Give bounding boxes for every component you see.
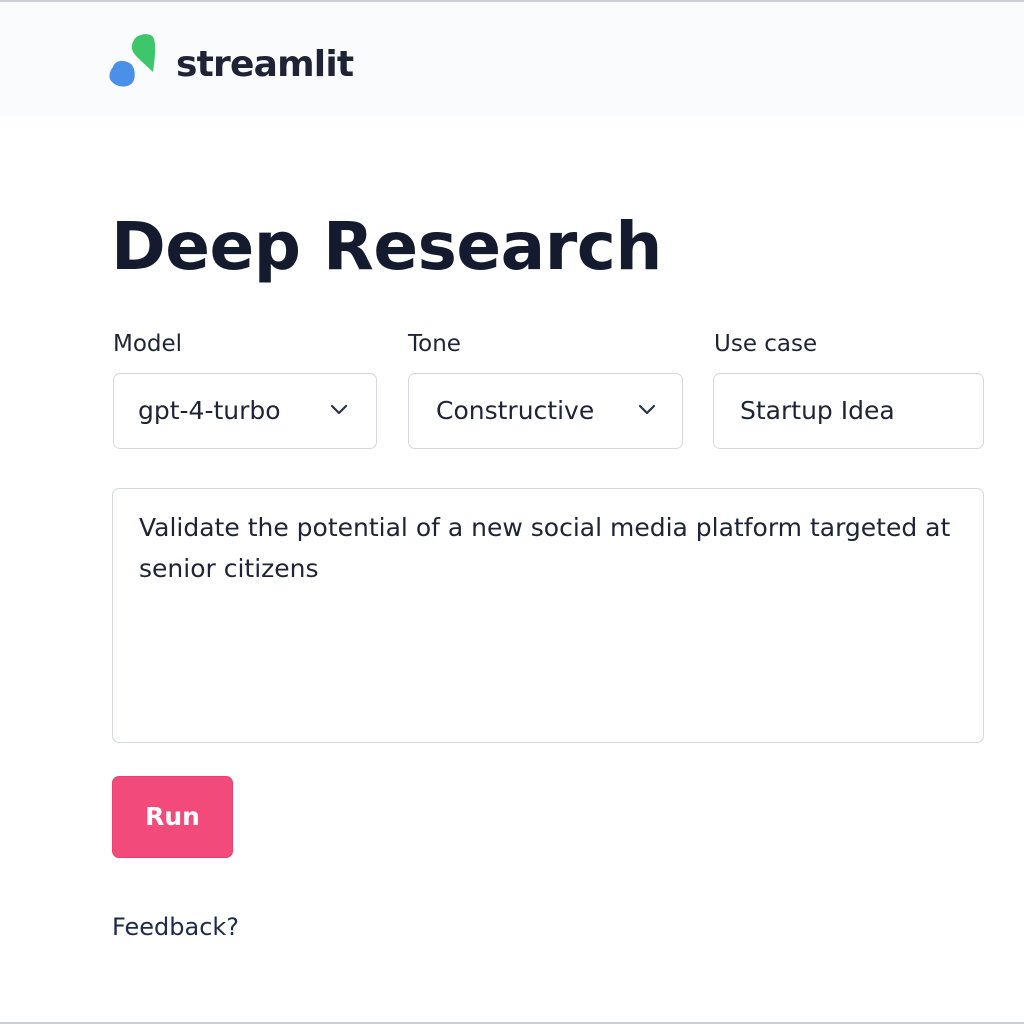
page-title: Deep Research	[111, 208, 662, 285]
brand-name: streamlit	[176, 44, 354, 85]
run-button[interactable]: Run	[112, 776, 233, 858]
app-page: streamlit Deep Research Model gpt-4-turb…	[0, 0, 1024, 1024]
use-case-label: Use case	[714, 331, 818, 357]
chevron-down-icon	[330, 404, 348, 415]
model-label: Model	[113, 331, 183, 357]
use-case-value: Startup Idea	[740, 396, 895, 425]
prompt-text: Validate the potential of a new social m…	[139, 513, 951, 583]
streamlit-logo-icon	[109, 34, 156, 87]
tone-label: Tone	[408, 331, 461, 357]
chevron-down-icon	[638, 404, 656, 415]
feedback-link[interactable]: Feedback?	[112, 910, 239, 944]
header: streamlit	[0, 2, 1024, 116]
tone-select[interactable]: Constructive	[408, 373, 683, 449]
model-select-value: gpt-4-turbo	[138, 396, 281, 425]
use-case-input[interactable]: Startup Idea	[713, 373, 984, 449]
model-select[interactable]: gpt-4-turbo	[113, 373, 377, 449]
prompt-textarea[interactable]: Validate the potential of a new social m…	[112, 488, 984, 743]
tone-select-value: Constructive	[436, 396, 595, 425]
